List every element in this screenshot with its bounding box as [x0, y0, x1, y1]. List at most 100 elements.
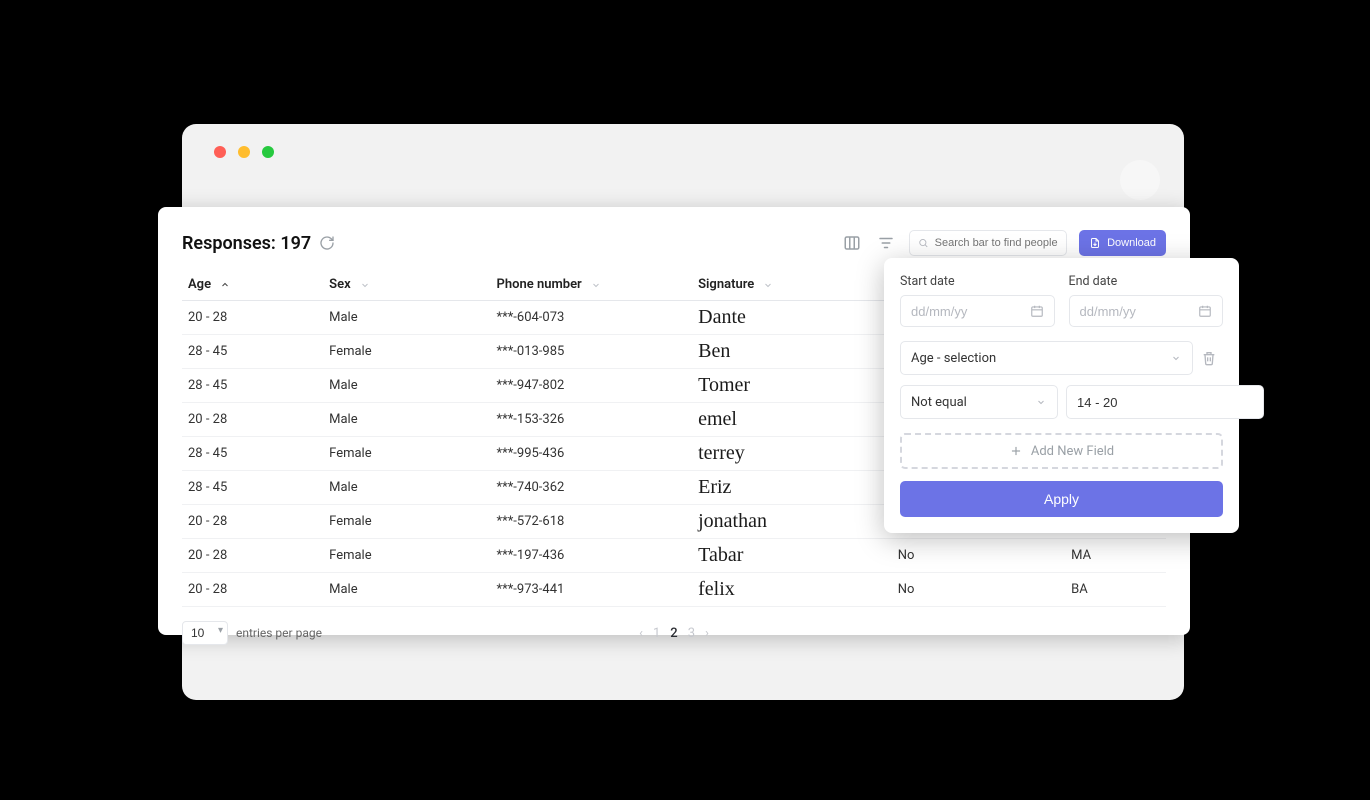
cell-age: 20 - 28	[182, 573, 323, 607]
cell-age: 20 - 28	[182, 403, 323, 437]
window-traffic-lights	[214, 146, 274, 158]
cell-phone: ***-197-436	[491, 539, 693, 573]
cell-signature: Ben	[692, 335, 892, 369]
title-count: 197	[280, 233, 311, 254]
cell-age: 28 - 45	[182, 335, 323, 369]
pager-page-1[interactable]: 1	[653, 626, 660, 641]
th-age[interactable]: Age	[182, 269, 323, 301]
th-sex[interactable]: Sex	[323, 269, 490, 301]
cell-driver: No	[892, 573, 1065, 607]
filter-icon[interactable]	[875, 232, 897, 254]
table-row[interactable]: 20 - 28Female***-197-436TabarNoMA	[182, 539, 1166, 573]
search-input[interactable]	[935, 237, 1058, 249]
table-row[interactable]: 20 - 28Male***-973-441felixNoBA	[182, 573, 1166, 607]
cell-age: 20 - 28	[182, 505, 323, 539]
cell-age: 28 - 45	[182, 437, 323, 471]
pager-prev[interactable]: ‹	[639, 626, 643, 641]
filter-value-input[interactable]	[1066, 385, 1264, 419]
close-dot[interactable]	[214, 146, 226, 158]
maximize-dot[interactable]	[262, 146, 274, 158]
cell-phone: ***-153-326	[491, 403, 693, 437]
chevron-down-icon	[359, 279, 371, 291]
cell-sex: Female	[323, 335, 490, 369]
cell-signature: felix	[692, 573, 892, 607]
cell-phone: ***-973-441	[491, 573, 693, 607]
columns-icon[interactable]	[841, 232, 863, 254]
browser-avatar	[1120, 160, 1160, 200]
header-tools: Download	[841, 230, 1166, 256]
search-input-container[interactable]	[909, 230, 1067, 256]
filter-popover: Start date End date Age - selection	[884, 258, 1239, 533]
cell-sex: Female	[323, 539, 490, 573]
cell-sex: Male	[323, 301, 490, 335]
pager-next[interactable]: ›	[705, 626, 709, 641]
add-field-label: Add New Field	[1031, 444, 1114, 459]
start-date-label: Start date	[900, 274, 1055, 289]
cell-sex: Female	[323, 505, 490, 539]
filter-operator-select[interactable]: Not equal	[900, 385, 1058, 419]
start-date-col: Start date	[900, 274, 1055, 327]
filter-field-value: Age - selection	[911, 351, 996, 366]
calendar-icon[interactable]	[1198, 304, 1212, 318]
calendar-icon[interactable]	[1030, 304, 1044, 318]
cell-phone: ***-604-073	[491, 301, 693, 335]
start-date-input[interactable]	[911, 304, 1030, 319]
per-page-control: 10 ▾ entries per page	[182, 621, 322, 645]
apply-button[interactable]: Apply	[900, 481, 1223, 517]
chevron-down-icon	[762, 279, 774, 291]
cell-degree: MA	[1065, 539, 1166, 573]
date-range-row: Start date End date	[900, 274, 1223, 327]
cell-signature: jonathan	[692, 505, 892, 539]
filter-condition-row: Not equal	[900, 385, 1223, 419]
cell-phone: ***-013-985	[491, 335, 693, 369]
end-date-input-wrap[interactable]	[1069, 295, 1224, 327]
th-phone[interactable]: Phone number	[491, 269, 693, 301]
cell-driver: No	[892, 539, 1065, 573]
cell-age: 20 - 28	[182, 539, 323, 573]
chevron-down-icon	[590, 279, 602, 291]
filter-field-select[interactable]: Age - selection	[900, 341, 1193, 375]
add-field-button[interactable]: Add New Field	[900, 433, 1223, 469]
search-icon	[918, 237, 929, 249]
sort-asc-icon	[219, 279, 231, 291]
cell-signature: Dante	[692, 301, 892, 335]
page-title: Responses: 197	[182, 233, 311, 254]
end-date-input[interactable]	[1080, 304, 1199, 319]
apply-label: Apply	[1044, 491, 1079, 507]
per-page-label: entries per page	[236, 626, 322, 640]
th-phone-label: Phone number	[497, 277, 582, 292]
cell-sex: Male	[323, 573, 490, 607]
pager-page-3[interactable]: 3	[688, 626, 695, 641]
download-icon	[1089, 237, 1101, 249]
per-page-select[interactable]: 10	[182, 621, 228, 645]
cell-phone: ***-947-802	[491, 369, 693, 403]
title-prefix: Responses:	[182, 233, 276, 254]
cell-signature: Eriz	[692, 471, 892, 505]
cell-sex: Female	[323, 437, 490, 471]
th-signature[interactable]: Signature	[692, 269, 892, 301]
filter-operator-value: Not equal	[911, 395, 967, 410]
end-date-col: End date	[1069, 274, 1224, 327]
download-button[interactable]: Download	[1079, 230, 1166, 256]
end-date-label: End date	[1069, 274, 1224, 289]
cell-phone: ***-572-618	[491, 505, 693, 539]
cell-sex: Male	[323, 403, 490, 437]
cell-phone: ***-995-436	[491, 437, 693, 471]
plus-icon	[1009, 444, 1023, 458]
minimize-dot[interactable]	[238, 146, 250, 158]
title-area: Responses: 197	[182, 233, 335, 254]
start-date-input-wrap[interactable]	[900, 295, 1055, 327]
pagination: ‹ 1 2 3 ›	[639, 626, 709, 641]
refresh-icon[interactable]	[319, 235, 335, 251]
pager-page-2[interactable]: 2	[670, 626, 677, 641]
cell-phone: ***-740-362	[491, 471, 693, 505]
chevron-down-icon	[1170, 352, 1182, 364]
table-footer: 10 ▾ entries per page ‹ 1 2 3 ›	[182, 621, 1166, 645]
panel-header: Responses: 197 Download	[182, 229, 1166, 257]
cell-sex: Male	[323, 471, 490, 505]
cell-age: 20 - 28	[182, 301, 323, 335]
th-signature-label: Signature	[698, 277, 754, 292]
filter-field-row: Age - selection	[900, 341, 1223, 375]
trash-icon[interactable]	[1201, 350, 1223, 366]
cell-signature: Tomer	[692, 369, 892, 403]
